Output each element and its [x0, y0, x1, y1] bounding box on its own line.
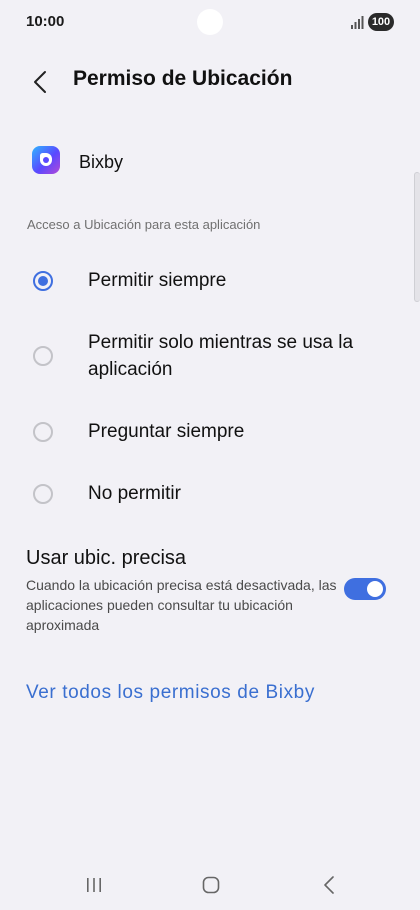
recents-button[interactable]: [74, 870, 114, 900]
toggle-knob: [367, 581, 383, 597]
bixby-app-icon: [32, 146, 60, 174]
radio-allow-always[interactable]: [33, 271, 53, 291]
home-icon: [202, 876, 220, 894]
back-button[interactable]: [24, 66, 56, 98]
nav-back-button[interactable]: [309, 870, 349, 900]
option-label: Preguntar siempre: [88, 421, 245, 442]
option-ask-always[interactable]: Preguntar siempre: [0, 414, 420, 454]
header: Permiso de Ubicación: [0, 56, 420, 104]
status-time: 10:00: [26, 13, 65, 30]
status-bar: 10:00 100: [0, 0, 420, 46]
home-button[interactable]: [191, 870, 231, 900]
option-label: Permitir siempre: [88, 270, 227, 291]
option-label: Permitir solo mientras se usa la aplicac…: [88, 332, 354, 380]
signal-icon: [351, 16, 364, 29]
option-allow-while-using[interactable]: Permitir solo mientras se usa la aplicac…: [0, 328, 420, 386]
precise-location-title: Usar ubic. precisa: [26, 547, 187, 569]
option-label: No permitir: [88, 483, 181, 504]
view-all-permissions-link[interactable]: Ver todos los permisos de Bixby: [26, 682, 315, 704]
radio-allow-while-using[interactable]: [33, 346, 53, 366]
radio-ask-always[interactable]: [33, 422, 53, 442]
app-info: Bixby: [0, 138, 420, 184]
section-label: Acceso a Ubicación para esta aplicación: [27, 217, 261, 232]
recents-icon: [87, 878, 101, 892]
radio-deny[interactable]: [33, 484, 53, 504]
back-icon: [324, 876, 334, 894]
precise-location-description: Cuando la ubicación precisa está desacti…: [26, 577, 337, 633]
option-deny[interactable]: No permitir: [0, 476, 420, 516]
battery-level: 100: [371, 16, 391, 28]
navigation-bar: [0, 860, 420, 910]
app-name: Bixby: [79, 152, 124, 172]
chevron-left-icon: [34, 71, 46, 93]
page-title: Permiso de Ubicación: [73, 67, 293, 90]
precise-location-toggle[interactable]: [344, 578, 386, 600]
precise-location-setting[interactable]: Usar ubic. precisa Cuando la ubicación p…: [0, 545, 420, 640]
battery-icon: 100: [368, 13, 394, 31]
camera-cutout: [197, 9, 223, 35]
scrollbar[interactable]: [414, 172, 420, 302]
option-allow-always[interactable]: Permitir siempre: [0, 262, 420, 302]
